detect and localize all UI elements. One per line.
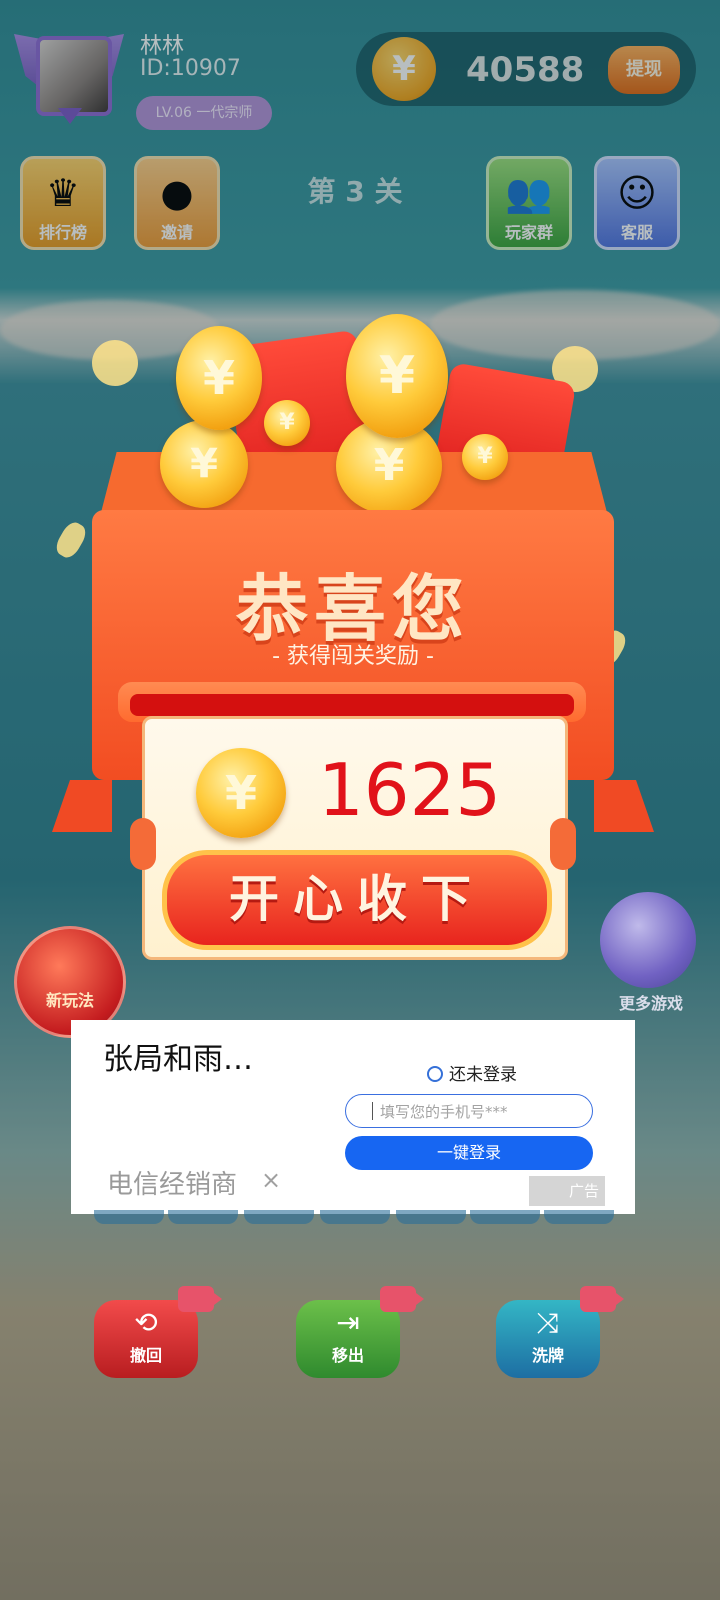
undo-icon: ⟲ <box>134 1306 158 1339</box>
tile-slot <box>396 1210 466 1224</box>
ad-login-status: 还未登录 <box>427 1060 517 1085</box>
one-click-login-button[interactable]: 一键登录 <box>345 1136 593 1170</box>
tile-slot <box>470 1210 540 1224</box>
ad-badge: 广告 <box>529 1176 605 1206</box>
box-slot-inner <box>130 694 574 716</box>
ad-banner[interactable]: 张局和雨… 还未登录 填写您的手机号*** 一键登录 电信经销商 × 广告 <box>71 1020 635 1214</box>
undo-button[interactable]: ⟲ 撤回 <box>94 1286 222 1378</box>
ad-title[interactable]: 张局和雨… <box>103 1034 253 1078</box>
tile-slot <box>320 1210 390 1224</box>
reward-coin-icon: ¥ <box>196 748 286 838</box>
tile-slot <box>94 1210 164 1224</box>
new-mode-label: 新玩法 <box>45 991 94 1010</box>
clock-icon <box>427 1066 443 1082</box>
text-caret <box>372 1102 373 1120</box>
more-games-label[interactable]: 更多游戏 <box>606 990 696 1014</box>
shuffle-icon: ⤨ <box>536 1306 560 1339</box>
shuffle-button[interactable]: ⤨ 洗牌 <box>496 1286 624 1378</box>
tile-slot <box>544 1210 614 1224</box>
accept-reward-button[interactable]: 开心收下 <box>162 850 552 950</box>
ad-dealer: 电信经销商 <box>107 1170 238 1200</box>
coin-icon: ¥ <box>462 434 508 480</box>
ad-close-icon[interactable]: × <box>261 1166 281 1194</box>
move-out-button[interactable]: ⇥ 移出 <box>296 1286 424 1378</box>
move-out-label: 移出 <box>331 1346 364 1365</box>
undo-label: 撤回 <box>129 1346 162 1365</box>
coin-icon: ¥ <box>264 400 310 446</box>
ticket-notch-left <box>130 818 156 870</box>
phone-input-placeholder: 填写您的手机号*** <box>380 1103 508 1121</box>
coin-icon: ¥ <box>346 314 448 438</box>
ad-login-status-text: 还未登录 <box>449 1065 517 1085</box>
tile-slot <box>244 1210 314 1224</box>
coin-icon: ¥ <box>176 326 262 430</box>
phone-input[interactable]: 填写您的手机号*** <box>345 1094 593 1128</box>
reward-subtitle: - 获得闯关奖励 - <box>272 644 434 669</box>
tile-slot <box>168 1210 238 1224</box>
reward-amount: 1625 <box>318 748 502 832</box>
shuffle-label: 洗牌 <box>531 1346 564 1365</box>
coin-icon: ¥ <box>160 420 248 508</box>
gamepad-icon[interactable] <box>600 892 696 988</box>
ticket-notch-right <box>550 818 576 870</box>
move-out-icon: ⇥ <box>336 1306 360 1339</box>
